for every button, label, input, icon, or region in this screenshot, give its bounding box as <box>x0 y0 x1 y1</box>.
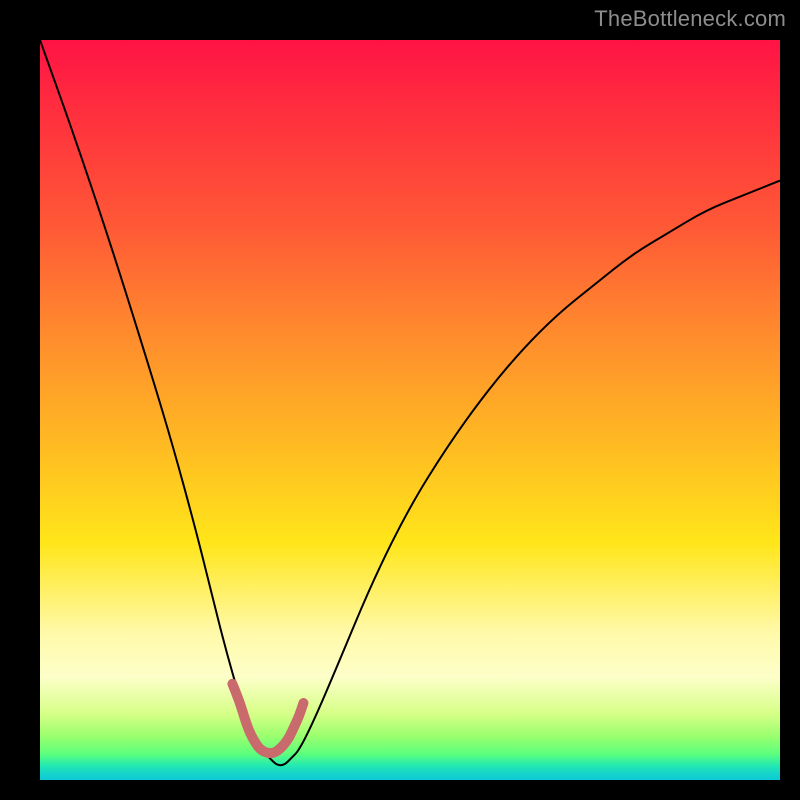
bottleneck-curve <box>40 40 780 765</box>
chart-frame: TheBottleneck.com <box>0 0 800 800</box>
plot-area <box>40 40 780 780</box>
minimum-marker <box>232 684 303 753</box>
watermark-text: TheBottleneck.com <box>594 6 786 32</box>
chart-svg <box>40 40 780 780</box>
